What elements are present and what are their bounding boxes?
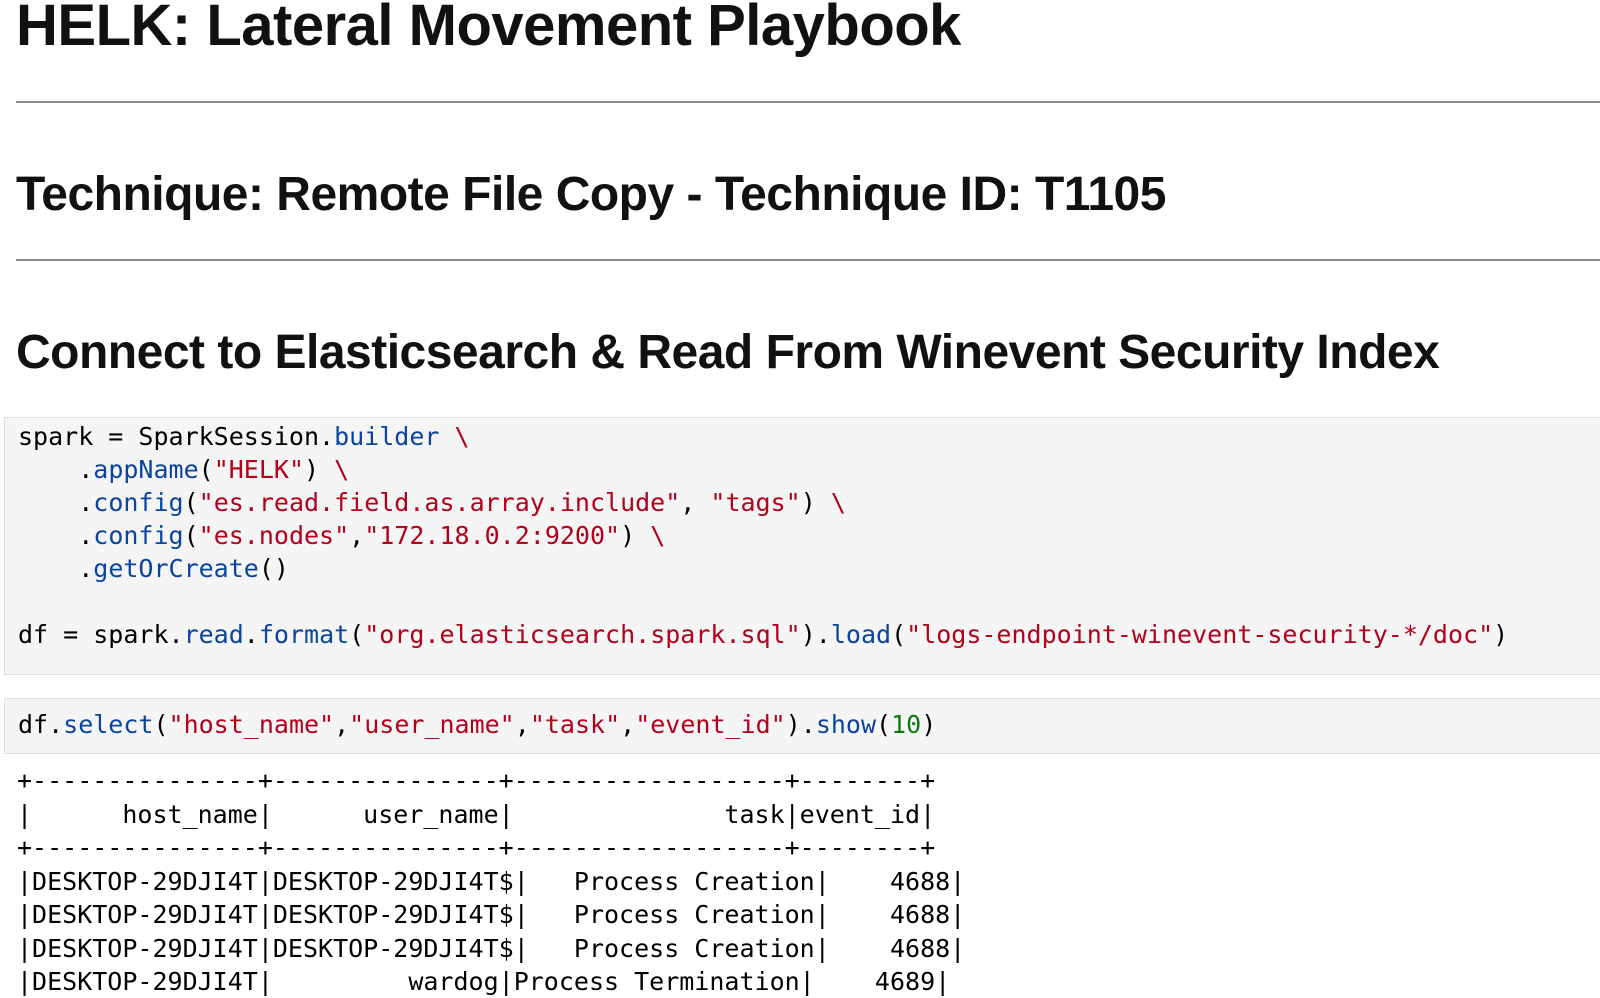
code-line: df.select("host_name","user_name","task"…: [18, 710, 937, 739]
page-title: HELK: Lateral Movement Playbook: [16, 0, 961, 58]
table-border: +---------------+---------------+-------…: [17, 766, 936, 795]
code-line: .appName("HELK") \: [18, 455, 350, 484]
technique-value: Remote File Copy -: [263, 168, 715, 221]
code-cell-connect[interactable]: spark = SparkSession.builder \ .appName(…: [4, 417, 1600, 675]
technique-id-value: T1105: [1022, 168, 1166, 221]
table-header: | host_name| user_name| task|event_id|: [17, 799, 936, 829]
table-row: |DESKTOP-29DJI4T| wardog|Process Termina…: [17, 967, 951, 996]
code-line: .getOrCreate(): [18, 554, 289, 583]
code-line: .config("es.read.field.as.array.include"…: [18, 488, 846, 517]
technique-id-label: Technique ID:: [714, 168, 1023, 221]
code-line: spark = SparkSession.builder \: [18, 422, 470, 451]
technique-label: Technique:: [16, 168, 264, 221]
section-heading: Connect to Elasticsearch & Read From Win…: [16, 326, 1440, 379]
code-line: df = spark.read.format("org.elasticsearc…: [18, 620, 1509, 649]
horizontal-rule: [16, 259, 1600, 261]
technique-heading: Technique: Remote File Copy - Technique …: [16, 160, 1166, 230]
horizontal-rule: [16, 101, 1600, 103]
cell-output-table: +---------------+---------------+-------…: [17, 764, 965, 998]
table-border: +---------------+---------------+-------…: [17, 833, 936, 862]
table-row: |DESKTOP-29DJI4T|DESKTOP-29DJI4T$| Proce…: [17, 866, 966, 896]
table-row: |DESKTOP-29DJI4T|DESKTOP-29DJI4T$| Proce…: [17, 900, 966, 929]
code-cell-select[interactable]: df.select("host_name","user_name","task"…: [4, 698, 1600, 754]
table-row: |DESKTOP-29DJI4T|DESKTOP-29DJI4T$| Proce…: [17, 933, 966, 963]
code-line: .config("es.nodes","172.18.0.2:9200") \: [18, 521, 666, 550]
